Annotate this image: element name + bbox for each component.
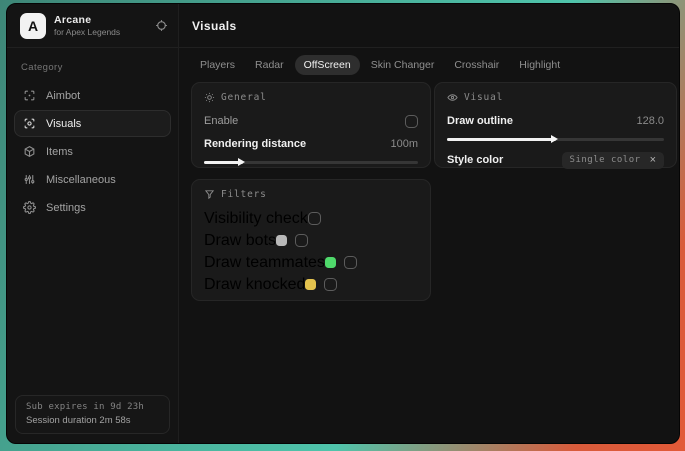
draw-outline-label: Draw outline xyxy=(447,115,514,127)
close-icon[interactable]: × xyxy=(650,154,656,166)
draw-outline-row: Draw outline 128.0 xyxy=(447,111,664,131)
tab-bar: Players Radar OffScreen Skin Changer Cro… xyxy=(191,55,667,75)
visuals-icon xyxy=(23,117,36,130)
desktop-background: { "app": { "logo_letter": "A", "name": "… xyxy=(0,0,685,451)
eye-icon xyxy=(447,92,458,103)
session-duration-text: Session duration 2m 58s xyxy=(26,415,131,426)
visibility-check-row: Visibility check xyxy=(204,208,418,229)
general-panel: General Enable Rendering distance 100m xyxy=(191,82,431,168)
tab-crosshair[interactable]: Crosshair xyxy=(445,55,508,75)
sidebar-item-label: Items xyxy=(46,145,73,158)
draw-teammates-label: Draw teammates xyxy=(204,253,325,271)
filters-panel: Filters Visibility check Draw bots Draw … xyxy=(191,179,431,301)
funnel-icon xyxy=(204,189,215,200)
sub-expires-text: Sub expires in 9d 23h xyxy=(26,402,144,412)
rendering-distance-row: Rendering distance 100m xyxy=(204,134,418,154)
logo-letter: A xyxy=(27,17,39,34)
draw-outline-slider[interactable] xyxy=(447,134,664,144)
main-area: Visuals Players Radar OffScreen Skin Cha… xyxy=(179,4,679,443)
tab-highlight[interactable]: Highlight xyxy=(510,55,569,75)
category-label: Category xyxy=(21,62,63,73)
enable-row: Enable xyxy=(204,111,418,131)
panel-title: Visual xyxy=(464,92,504,103)
sidebar-item-settings[interactable]: Settings xyxy=(14,194,171,221)
sidebar: A Arcane for Apex Legends Category Aimbo… xyxy=(7,4,179,443)
draw-teammates-row: Draw teammates xyxy=(204,252,418,273)
tab-offscreen[interactable]: OffScreen xyxy=(294,55,360,75)
draw-bots-color-swatch[interactable] xyxy=(276,235,288,246)
draw-knocked-label: Draw knocked xyxy=(204,275,306,293)
sidebar-nav: Category Aimbot Visuals Items Miscellane… xyxy=(7,48,178,221)
subscription-status-card: Sub expires in 9d 23h Session duration 2… xyxy=(15,395,170,434)
crosshair-icon[interactable] xyxy=(155,19,168,32)
main-header: Visuals xyxy=(179,4,679,48)
draw-bots-label: Draw bots xyxy=(204,231,277,249)
rendering-distance-label: Rendering distance xyxy=(204,138,307,150)
sidebar-item-items[interactable]: Items xyxy=(14,138,171,165)
panel-title: General xyxy=(221,92,267,103)
panel-title: Filters xyxy=(221,189,267,200)
draw-bots-row: Draw bots xyxy=(204,230,418,251)
draw-teammates-checkbox[interactable] xyxy=(343,256,357,269)
sun-icon xyxy=(204,92,215,103)
gear-icon xyxy=(23,201,36,214)
sidebar-item-aimbot[interactable]: Aimbot xyxy=(14,82,171,109)
draw-knocked-checkbox[interactable] xyxy=(324,278,338,291)
visibility-check-checkbox[interactable] xyxy=(307,212,321,225)
sidebar-item-label: Miscellaneous xyxy=(46,173,116,186)
enable-checkbox[interactable] xyxy=(405,114,418,128)
sliders-icon xyxy=(23,173,36,186)
style-color-value: Single color xyxy=(569,155,641,165)
style-color-select[interactable]: Single color × xyxy=(561,151,664,169)
draw-teammates-color-swatch[interactable] xyxy=(324,257,336,268)
sidebar-item-label: Settings xyxy=(46,201,86,214)
slider-thumb[interactable] xyxy=(550,135,558,143)
rendering-distance-value: 100m xyxy=(390,138,418,150)
app-name: Arcane xyxy=(54,14,92,26)
enable-label: Enable xyxy=(204,115,239,127)
draw-knocked-row: Draw knocked xyxy=(204,274,418,295)
sidebar-item-label: Aimbot xyxy=(46,89,81,102)
cube-icon xyxy=(23,145,36,158)
app-subtitle: for Apex Legends xyxy=(54,27,121,37)
tab-players[interactable]: Players xyxy=(191,55,244,75)
sidebar-item-label: Visuals xyxy=(46,117,82,130)
tab-skin-changer[interactable]: Skin Changer xyxy=(362,55,444,75)
aimbot-icon xyxy=(23,89,36,102)
draw-knocked-color-swatch[interactable] xyxy=(305,279,317,290)
app-window: A Arcane for Apex Legends Category Aimbo… xyxy=(6,3,680,444)
app-header: A Arcane for Apex Legends xyxy=(7,4,178,48)
sidebar-item-miscellaneous[interactable]: Miscellaneous xyxy=(14,166,171,193)
app-logo: A xyxy=(20,12,46,39)
rendering-distance-slider[interactable] xyxy=(204,157,418,167)
draw-bots-checkbox[interactable] xyxy=(295,234,309,247)
style-color-label: Style color xyxy=(447,154,504,166)
sidebar-item-visuals[interactable]: Visuals xyxy=(14,110,171,137)
visibility-check-label: Visibility check xyxy=(204,209,308,227)
draw-outline-value: 128.0 xyxy=(636,115,664,127)
page-title: Visuals xyxy=(192,18,237,33)
slider-thumb[interactable] xyxy=(237,158,245,166)
style-color-row: Style color Single color × xyxy=(447,150,664,170)
tab-radar[interactable]: Radar xyxy=(246,55,293,75)
visual-panel: Visual Draw outline 128.0 Style color Si… xyxy=(434,82,677,170)
